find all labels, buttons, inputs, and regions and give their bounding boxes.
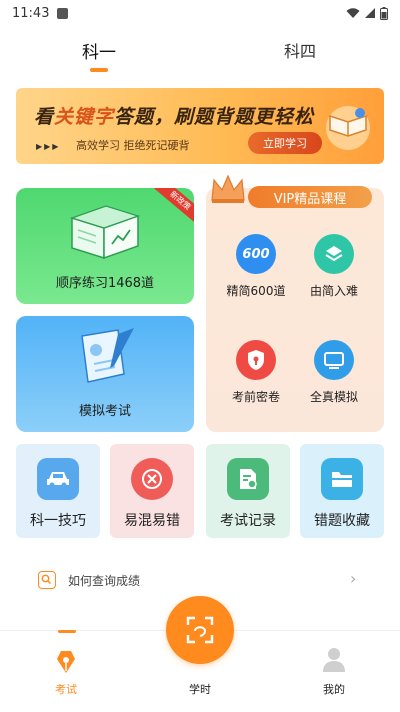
tab-indicator [90, 68, 108, 72]
tool-exam-records[interactable]: 考试记录 [206, 444, 290, 538]
status-icons [346, 6, 388, 20]
new-policy-badge: 新政策 [154, 188, 194, 225]
scan-button[interactable] [166, 596, 234, 664]
sequential-practice-card[interactable]: 新政策 顺序练习1468道 [16, 188, 194, 304]
pen-icon [57, 651, 75, 673]
exam-paper-icon [81, 328, 134, 383]
nav-label: 考试 [55, 683, 77, 696]
crown-icon [211, 174, 245, 203]
tool-ke-yi-tips[interactable]: 科一技巧 [16, 444, 100, 538]
chevron-right-icon: › [350, 569, 357, 588]
folder-icon [321, 458, 363, 500]
battery-icon [380, 6, 388, 20]
book-icon [70, 205, 140, 260]
vip-item-label: 由简入难 [309, 284, 358, 298]
mock-exam-label: 模拟考试 [78, 404, 131, 419]
banner-title: 看关键字答题，刷题背题更轻松 [34, 106, 315, 128]
vip-item-streamlined-600[interactable]: 600 精简600道 [212, 234, 300, 299]
shield-lock-icon [236, 340, 276, 380]
score-query-link[interactable]: 如何查询成绩 › [0, 562, 400, 598]
tool-label: 错题收藏 [314, 513, 370, 529]
banner-learn-button[interactable]: 立即学习 [248, 132, 322, 154]
banner-arrows: ▶▶▶ [36, 142, 61, 151]
layers-icon [314, 234, 354, 274]
user-icon [323, 648, 345, 672]
status-time: 11:43 [12, 5, 50, 21]
tool-confusing-errors[interactable]: 易混易错 [110, 444, 194, 538]
tab-ke-si[interactable]: 科四 [284, 38, 316, 62]
sequential-practice-label: 顺序练习1468道 [55, 276, 155, 291]
subject-tabs: 科一 科四 [0, 30, 400, 76]
monitor-icon [314, 340, 354, 380]
vip-item-label: 考前密卷 [231, 390, 280, 404]
wifi-icon [346, 8, 360, 18]
status-bar: 11:43 [0, 0, 400, 26]
nav-label: 我的 [323, 683, 345, 696]
tool-label: 科一技巧 [30, 513, 86, 529]
notification-icon [57, 7, 69, 19]
document-clock-icon [227, 458, 269, 500]
promo-banner[interactable]: 看关键字答题，刷题背题更轻松 ▶▶▶ 高效学习 拒绝死记硬背 立即学习 [16, 88, 384, 164]
open-book-icon [326, 106, 370, 150]
vip-item-easy-to-hard[interactable]: 由简入难 [290, 234, 378, 299]
scan-icon [186, 616, 214, 644]
vip-item-label: 精简600道 [226, 284, 286, 298]
vip-title: VIP精品课程 [248, 186, 372, 208]
close-icon [131, 458, 173, 500]
signal-icon [365, 8, 375, 18]
banner-subtitle: 高效学习 拒绝死记硬背 [76, 139, 190, 152]
nav-label: 学时 [189, 683, 211, 696]
600-icon: 600 [236, 234, 276, 274]
tab-ke-yi[interactable]: 科一 [82, 38, 116, 63]
vip-item-pre-exam-paper[interactable]: 考前密卷 [212, 340, 300, 405]
vip-item-label: 全真模拟 [309, 390, 358, 404]
tool-label: 考试记录 [220, 513, 276, 529]
mock-exam-card[interactable]: 模拟考试 [16, 316, 194, 432]
tool-wrong-favorites[interactable]: 错题收藏 [300, 444, 384, 538]
vip-item-full-simulation[interactable]: 全真模拟 [290, 340, 378, 405]
search-icon [38, 571, 56, 589]
nav-active-indicator [58, 630, 76, 633]
tool-label: 易混易错 [124, 513, 180, 529]
score-query-text: 如何查询成绩 [68, 574, 141, 588]
car-icon [37, 458, 79, 500]
